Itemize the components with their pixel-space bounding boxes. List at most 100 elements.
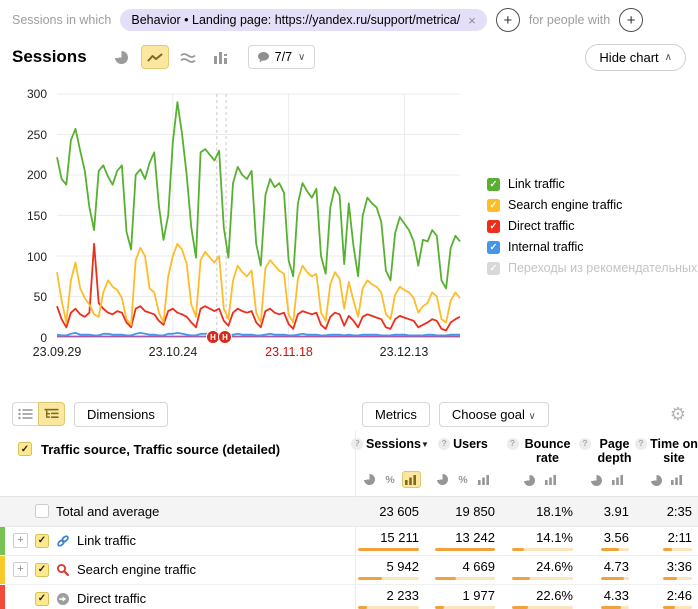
stacked-area-view-button[interactable] — [174, 45, 202, 69]
annotation-marker[interactable]: H — [218, 330, 232, 344]
column-title[interactable]: ? Page depth — [579, 437, 635, 466]
dimensions-button[interactable]: Dimensions — [74, 402, 168, 427]
bars-icon — [545, 475, 557, 485]
pie-toggle[interactable] — [433, 471, 452, 488]
help-icon[interactable]: ? — [351, 438, 363, 450]
column-title[interactable]: ? Bounce rate — [507, 437, 574, 466]
time-on-site-bar — [663, 606, 692, 609]
sessions-bar — [358, 548, 419, 551]
choose-goal-button[interactable]: Choose goal ∨ — [439, 402, 549, 427]
page-depth-value: 3.91 — [604, 505, 629, 518]
legend-item-direct-traffic[interactable]: ✓ Direct traffic — [487, 219, 698, 233]
bars-toggle[interactable] — [608, 472, 627, 489]
bars-toggle[interactable] — [402, 471, 421, 488]
bars-toggle[interactable] — [541, 472, 560, 489]
gear-icon[interactable]: ⚙ — [670, 405, 686, 423]
legend-item-recommendation-systems[interactable]: ✓ Переходы из рекомендательных систем — [487, 261, 698, 275]
legend-label: Link traffic — [508, 177, 565, 191]
flat-list-view-button[interactable] — [12, 402, 39, 426]
bounce-rate-bar — [512, 577, 573, 580]
filter-chip-label: Behavior • Landing page: https://yandex.… — [131, 13, 460, 27]
legend-item-link-traffic[interactable]: ✓ Link traffic — [487, 177, 698, 191]
metrics-group: Metrics Choose goal ∨ — [362, 402, 549, 427]
table-row-search-engine-traffic: + ✓ Search engine traffic 5 942 4 669 24… — [0, 556, 698, 585]
row-color-stripe — [0, 585, 5, 609]
table-row-link-traffic: + ✓ Link traffic 15 211 13 242 14.1% 3.5… — [0, 527, 698, 556]
y-tick: 100 — [27, 250, 47, 264]
row-label[interactable]: Link traffic — [77, 533, 136, 548]
close-icon[interactable]: × — [468, 14, 476, 27]
row-checkbox-checked[interactable]: ✓ — [35, 534, 49, 548]
comment-bubble-icon — [258, 52, 269, 63]
comments-dropdown[interactable]: 7/7 ∨ — [248, 45, 316, 69]
x-tick: 23.09.29 — [33, 345, 82, 359]
add-session-filter-button[interactable]: + — [496, 8, 520, 32]
dimension-cell: ✓ Direct traffic — [0, 585, 355, 609]
pie-toggle[interactable] — [647, 472, 666, 489]
table-row-direct-traffic: ✓ Direct traffic 2 233 1 977 22.6% 4.33 … — [0, 585, 698, 609]
row-label: Total and average — [56, 504, 159, 519]
bars-toggle[interactable] — [475, 471, 494, 488]
page-title: Sessions — [12, 47, 87, 67]
plus-icon: + — [503, 13, 512, 28]
users-bar — [435, 548, 495, 551]
pie-chart-view-button[interactable] — [108, 45, 136, 69]
page-depth-bar — [601, 606, 629, 609]
sessions-chart: 300 250 200 150 100 50 0 23.09.29 23.10.… — [0, 77, 698, 375]
add-people-filter-button[interactable]: + — [619, 8, 643, 32]
x-tick-holiday: 23.11.18 — [265, 345, 313, 359]
column-title[interactable]: ? Sessions ▼ — [351, 437, 429, 465]
line-chart-view-button[interactable] — [141, 45, 169, 69]
row-checkbox-checked[interactable]: ✓ — [35, 592, 49, 606]
time-on-site-value: 2:35 — [667, 505, 692, 518]
hide-chart-button[interactable]: Hide chart ∧ — [585, 44, 686, 71]
filter-chip-landing-page[interactable]: Behavior • Landing page: https://yandex.… — [120, 9, 486, 31]
row-label[interactable]: Direct traffic — [77, 591, 146, 606]
column-title[interactable]: ? Time on site — [635, 437, 698, 466]
table-row-total: Total and average 23 605 19 850 18.1% 3.… — [0, 497, 698, 527]
sessions-value: 15 211 — [380, 531, 419, 544]
display-toggles: % — [433, 471, 494, 488]
pie-toggle[interactable] — [360, 471, 379, 488]
row-label[interactable]: Search engine traffic — [77, 562, 196, 577]
plot-area[interactable] — [57, 94, 460, 337]
pie-icon — [651, 475, 662, 486]
line-chart-icon — [147, 51, 163, 64]
percent-toggle[interactable]: % — [454, 471, 473, 488]
tree-view-button[interactable] — [38, 402, 65, 426]
time-on-site-value: 3:36 — [667, 560, 692, 573]
pie-icon — [524, 475, 535, 486]
help-icon[interactable]: ? — [438, 438, 450, 450]
row-checkbox-unchecked[interactable] — [35, 504, 49, 518]
column-title[interactable]: ? Users — [438, 437, 488, 465]
users-value: 1 977 — [462, 589, 495, 602]
legend-item-search-engine-traffic[interactable]: ✓ Search engine traffic — [487, 198, 698, 212]
y-tick: 0 — [40, 331, 47, 345]
select-all-checkbox[interactable]: ✓ — [18, 442, 32, 456]
help-icon[interactable]: ? — [635, 438, 647, 450]
column-header-sessions: ? Sessions ▼ % — [355, 437, 425, 495]
legend-item-internal-traffic[interactable]: ✓ Internal traffic — [487, 240, 698, 254]
column-chart-view-button[interactable] — [207, 45, 235, 69]
expand-row-button[interactable]: + — [13, 533, 28, 548]
time-on-site-bar — [663, 548, 692, 551]
page-depth-value: 4.33 — [604, 589, 629, 602]
table-header: ✓ Traffic source, Traffic source (detail… — [0, 431, 698, 497]
row-checkbox-checked[interactable]: ✓ — [35, 563, 49, 577]
display-toggles — [587, 472, 627, 489]
bars-toggle[interactable] — [668, 472, 687, 489]
percent-toggle[interactable]: % — [381, 471, 400, 488]
segmentation-bar: Sessions in which Behavior • Landing pag… — [0, 0, 698, 37]
metrics-button[interactable]: Metrics — [362, 402, 430, 427]
expand-row-button[interactable]: + — [13, 562, 28, 577]
bars-icon — [478, 475, 490, 485]
plus-icon: + — [627, 13, 636, 28]
pie-toggle[interactable] — [520, 472, 539, 489]
checkbox-checked-icon: ✓ — [487, 220, 500, 233]
help-icon[interactable]: ? — [507, 438, 519, 450]
pie-chart-icon — [115, 51, 128, 64]
help-icon[interactable]: ? — [579, 438, 591, 450]
list-icon — [18, 408, 33, 420]
pie-toggle[interactable] — [587, 472, 606, 489]
pie-icon — [364, 474, 375, 485]
